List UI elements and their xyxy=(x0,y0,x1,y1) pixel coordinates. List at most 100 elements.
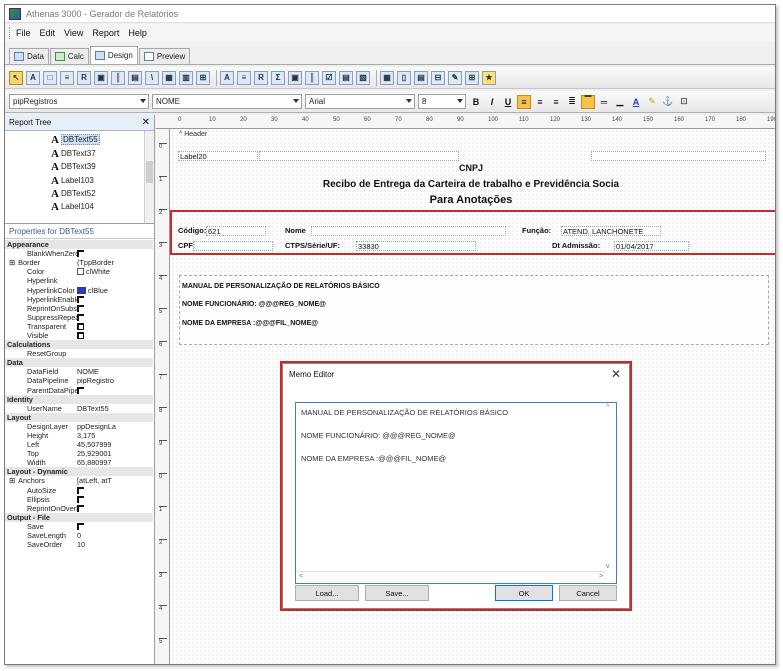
memo-vertical-scrollbar[interactable]: ^ v xyxy=(605,404,615,570)
scroll-up-icon[interactable]: ^ xyxy=(606,404,609,411)
scroll-thumb[interactable] xyxy=(146,161,153,183)
property-row[interactable]: Left 45,507999 xyxy=(5,440,153,449)
dbchart-tool-icon[interactable]: ▤ xyxy=(339,70,353,85)
property-row[interactable]: HyperlinkColor clBlue xyxy=(5,285,153,295)
checked-checkbox-icon[interactable] xyxy=(77,331,84,339)
checked-checkbox-icon[interactable] xyxy=(77,322,84,330)
property-value[interactable] xyxy=(77,386,153,394)
property-value[interactable] xyxy=(77,504,153,512)
tree-item[interactable]: A Label104 xyxy=(51,201,94,213)
anchor-icon[interactable]: ⚓ xyxy=(661,95,675,109)
font-select[interactable]: Arial xyxy=(305,94,415,109)
dbtool-extra-icon[interactable]: ▧ xyxy=(356,70,370,85)
load-button[interactable]: Load... xyxy=(295,585,359,601)
property-value[interactable]: 45,507999 xyxy=(77,440,153,449)
property-value[interactable] xyxy=(77,522,153,530)
subreport-tool-icon[interactable]: ▥ xyxy=(179,70,193,85)
grid-tool-icon[interactable]: ▦ xyxy=(380,70,394,85)
property-row[interactable]: UserName DBText55 xyxy=(5,404,153,413)
property-category[interactable]: Layout xyxy=(5,412,153,422)
property-value[interactable]: 0 xyxy=(77,531,153,540)
align-top-icon[interactable]: ▔ xyxy=(581,94,595,109)
expand-icon[interactable]: ⊞ xyxy=(9,258,15,267)
property-row[interactable]: ResetGroup xyxy=(5,349,153,358)
property-value[interactable]: (TppBorder xyxy=(77,258,153,267)
blank-field[interactable] xyxy=(591,151,766,161)
property-value[interactable] xyxy=(77,486,153,494)
property-category[interactable]: Data xyxy=(5,358,153,368)
bold-button[interactable]: B xyxy=(469,95,483,109)
property-row[interactable]: DesignLayer ppDesignLa xyxy=(5,422,153,431)
property-value[interactable]: 3,175 xyxy=(77,431,153,440)
property-row[interactable]: SaveOrder 10 xyxy=(5,540,153,549)
property-value[interactable] xyxy=(77,295,153,303)
property-value[interactable] xyxy=(77,250,153,258)
property-row[interactable]: SuppressRepeate xyxy=(5,313,153,322)
shape-tool-icon[interactable]: □ xyxy=(43,70,57,85)
property-value[interactable]: pipRegistro xyxy=(77,376,153,385)
tree-item[interactable]: A DBText52 xyxy=(51,188,96,200)
dbmemo-tool-icon[interactable]: ≡ xyxy=(237,70,251,85)
property-row[interactable]: ⊞ Border (TppBorder xyxy=(5,258,153,267)
property-category[interactable]: Calculations xyxy=(5,340,153,350)
tree-item[interactable]: A DBText55 xyxy=(51,134,100,146)
dbrichtext-tool-icon[interactable]: R xyxy=(254,70,268,85)
close-icon[interactable]: ✕ xyxy=(142,117,150,128)
property-row[interactable]: DataPipeline pipRegistro xyxy=(5,376,153,385)
crosstab-tool-icon[interactable]: ⊞ xyxy=(196,70,210,85)
report-title[interactable]: Recibo de Entrega da Carteira de trabalh… xyxy=(281,179,661,190)
close-icon[interactable]: ✕ xyxy=(611,367,621,381)
property-value[interactable]: NOME xyxy=(77,367,153,376)
blank-field[interactable] xyxy=(259,151,459,161)
tree-scrollbar[interactable] xyxy=(144,131,154,223)
align-middle-icon[interactable]: ═ xyxy=(597,95,611,109)
dbtext-tool-icon[interactable]: A xyxy=(220,70,234,85)
property-row[interactable]: ReprintOnSubseq xyxy=(5,304,153,313)
report-subtitle[interactable]: Para Anotações xyxy=(396,194,546,206)
property-value[interactable] xyxy=(77,304,153,312)
scroll-left-icon[interactable]: < xyxy=(299,573,303,580)
memo-horizontal-scrollbar[interactable]: < > xyxy=(297,571,605,582)
property-row[interactable]: BlankWhenZero xyxy=(5,249,153,258)
barcode-tool-icon[interactable]: ║ xyxy=(111,70,125,85)
label20[interactable]: Label20 xyxy=(178,151,258,161)
property-value[interactable]: ppDesignLa xyxy=(77,422,153,431)
property-category[interactable]: Identity xyxy=(5,394,153,404)
property-value[interactable]: clWhite xyxy=(77,267,153,276)
pipeline-select[interactable]: pipRegistros xyxy=(9,94,149,109)
dbcalc-tool-icon[interactable]: Σ xyxy=(271,70,285,85)
tree-item[interactable]: A DBText37 xyxy=(51,148,96,160)
property-row[interactable]: Ellipsis xyxy=(5,495,153,504)
align-center-icon[interactable]: ≡ xyxy=(533,95,547,109)
property-row[interactable]: Visible xyxy=(5,331,153,340)
property-row[interactable]: Transparent xyxy=(5,322,153,331)
menu-report[interactable]: Report xyxy=(92,28,119,38)
property-row[interactable]: Top 25,929001 xyxy=(5,449,153,458)
memo-textarea[interactable]: MANUAL DE PERSONALIZAÇÃO DE RELATÓRIOS B… xyxy=(295,402,617,584)
property-row[interactable]: Hyperlink xyxy=(5,276,153,285)
property-category[interactable]: Appearance xyxy=(5,240,153,250)
ok-button[interactable]: OK xyxy=(495,585,553,601)
property-value[interactable] xyxy=(77,495,153,503)
property-value[interactable]: DBText55 xyxy=(77,404,153,413)
checkbox-icon[interactable] xyxy=(77,522,84,530)
align-bottom-icon[interactable]: ▁ xyxy=(613,95,627,109)
align-right-icon[interactable]: ≡ xyxy=(549,95,563,109)
border-icon[interactable]: ⊡ xyxy=(677,95,691,109)
region-tool-icon[interactable]: ▦ xyxy=(162,70,176,85)
property-value[interactable] xyxy=(77,331,153,339)
property-category[interactable]: Output - File xyxy=(5,512,153,522)
highlight-color-icon[interactable]: ✎ xyxy=(645,95,659,109)
checkbox-icon[interactable] xyxy=(77,250,84,258)
property-value[interactable] xyxy=(77,313,153,321)
checkbox-icon[interactable] xyxy=(77,504,84,512)
property-row[interactable]: Height 3,175 xyxy=(5,431,153,440)
property-row[interactable]: SaveLength 0 xyxy=(5,531,153,540)
star-tool-icon[interactable]: ★ xyxy=(482,70,496,85)
property-row[interactable]: HyperlinkEnabled xyxy=(5,295,153,304)
expand-icon[interactable]: ⊞ xyxy=(9,476,15,485)
property-row[interactable]: Save xyxy=(5,522,153,531)
tab-design[interactable]: Design xyxy=(89,46,138,64)
property-category[interactable]: Layout - Dynamic xyxy=(5,467,153,477)
checkbox-icon[interactable] xyxy=(77,486,84,494)
